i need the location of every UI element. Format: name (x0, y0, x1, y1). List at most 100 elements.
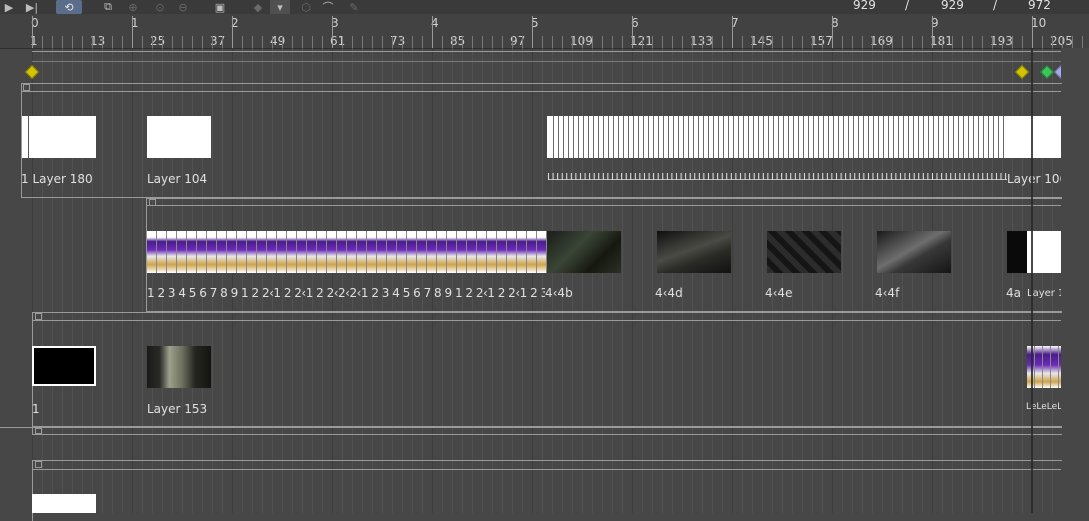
ruler-tick (112, 36, 113, 48)
camera-icon[interactable]: ⬡ (296, 0, 316, 14)
new-cel-icon[interactable]: ⊕ (123, 0, 143, 14)
ruler-tick (752, 36, 753, 48)
specify-cel-icon[interactable]: ⊙ (150, 0, 170, 14)
delete-cel-icon[interactable]: ⊖ (173, 0, 193, 14)
curve-icon[interactable]: ⌒ (318, 0, 338, 14)
ruler-tick (172, 36, 173, 48)
keyframe-diamond-yellow[interactable] (24, 64, 40, 80)
ruler-tick (322, 36, 323, 48)
new-animation-folder-icon[interactable]: ⧉ (96, 0, 120, 14)
clip-thumbnail[interactable] (547, 231, 621, 273)
ruler-tick (872, 36, 873, 48)
strip-frame-divider (613, 116, 614, 158)
strip-frame-divider (828, 116, 829, 158)
timeline-grid[interactable]: 1 Layer 180 Layer 104 LLLLLLLLLLLLLLLLLL… (0, 48, 1089, 521)
strip-frame-divider (658, 116, 659, 158)
strip-frame-thumb (467, 231, 477, 273)
ruler-tick (542, 36, 543, 48)
clip-thumbnail[interactable] (657, 231, 731, 273)
clip-thumbnail-strip[interactable] (147, 231, 547, 273)
play-icon[interactable]: ▶ (2, 0, 16, 14)
clip-thumbnail[interactable] (32, 346, 96, 386)
strip-frame-divider (883, 116, 884, 158)
strip-frame-thumb (527, 231, 537, 273)
strip-frame-divider (868, 116, 869, 158)
strip-frame-divider (813, 116, 814, 158)
ruler-tick (902, 36, 903, 48)
ruler-tick (1072, 36, 1073, 48)
strip-frame-divider (958, 116, 959, 158)
ruler-tick (1032, 16, 1033, 48)
strip-frame-divider (698, 116, 699, 158)
strip-frame-divider (558, 116, 559, 158)
track-3-handle[interactable] (35, 313, 42, 320)
strip-frame-thumb (187, 231, 197, 273)
next-frame-icon[interactable]: ▶| (24, 0, 40, 14)
strip-frame-divider (963, 116, 964, 158)
keyframe-icon[interactable]: ◆ (248, 0, 268, 14)
ruler-tick (802, 36, 803, 48)
ruler-tick (452, 36, 453, 48)
clip-thumbnail[interactable] (1007, 231, 1027, 273)
clip-thumbnail[interactable] (877, 231, 951, 273)
strip-frame-divider (568, 116, 569, 158)
track-1-top-line (21, 91, 1061, 92)
ruler-tick (522, 36, 523, 48)
clip-thumbnail[interactable] (147, 116, 211, 158)
track-1-handle[interactable] (23, 84, 30, 91)
strip-frame-divider (988, 116, 989, 158)
track-2-handle[interactable] (149, 199, 156, 206)
strip-frame-thumb (487, 231, 497, 273)
clip-thumbnail-strip[interactable] (547, 116, 1007, 158)
strip-frame-divider (553, 116, 554, 158)
ruler-tick (312, 36, 313, 48)
strip-frame-thumb (387, 231, 397, 273)
keyframe-diamond-yellow[interactable] (1014, 64, 1030, 80)
strip-frame-divider (753, 116, 754, 158)
pen-icon[interactable]: ✎ (344, 0, 364, 14)
strip-frame-divider (723, 116, 724, 158)
time-ruler[interactable]: 012345678910 113253749617385971091211331… (0, 14, 1089, 49)
ruler-tick (592, 36, 593, 48)
strip-frame-divider (688, 116, 689, 158)
camera-track-bottom-line (32, 61, 1061, 62)
track-4-handle[interactable] (35, 428, 42, 434)
ruler-tick (1052, 36, 1053, 48)
ruler-tick (762, 36, 763, 48)
ruler-tick (292, 36, 293, 48)
strip-frame-divider (808, 116, 809, 158)
onion-skin-icon[interactable]: ▣ (210, 0, 230, 14)
strip-frame-divider (833, 116, 834, 158)
strip-frame-divider (993, 116, 994, 158)
strip-frame-divider (663, 116, 664, 158)
strip-frame-thumb (167, 231, 177, 273)
ruler-tick (82, 36, 83, 48)
clip-thumbnail[interactable] (32, 494, 96, 513)
strip-frame-thumb (287, 231, 297, 273)
strip-frame-thumb (407, 231, 417, 273)
ruler-tick (1042, 36, 1043, 48)
ruler-tick (1012, 36, 1013, 48)
clip-thumbnail[interactable] (1007, 116, 1061, 158)
playhead[interactable] (1031, 48, 1033, 513)
clip-thumbnail[interactable] (22, 116, 96, 158)
clip-thumbnail[interactable] (147, 346, 211, 388)
ruler-tick (632, 16, 633, 48)
clip-label: 4‹4e (765, 286, 793, 300)
ruler-tick (32, 16, 33, 48)
camera-track-top-line (32, 51, 1061, 52)
loop-icon[interactable]: ⟲ (56, 0, 82, 14)
keyframe-dropdown-icon[interactable]: ▾ (270, 0, 290, 14)
strip-frame-thumb (307, 231, 317, 273)
ruler-tick (42, 36, 43, 48)
strip-frame-thumb (317, 231, 327, 273)
strip-frame-divider (923, 116, 924, 158)
ruler-tick (692, 36, 693, 48)
clip-thumbnail[interactable] (767, 231, 841, 273)
track-5-handle[interactable] (35, 461, 42, 468)
ruler-tick (612, 36, 613, 48)
ruler-tick (792, 36, 793, 48)
ruler-tick (702, 36, 703, 48)
ruler-tick (212, 36, 213, 48)
clip-label: 4‹4f (875, 286, 900, 300)
